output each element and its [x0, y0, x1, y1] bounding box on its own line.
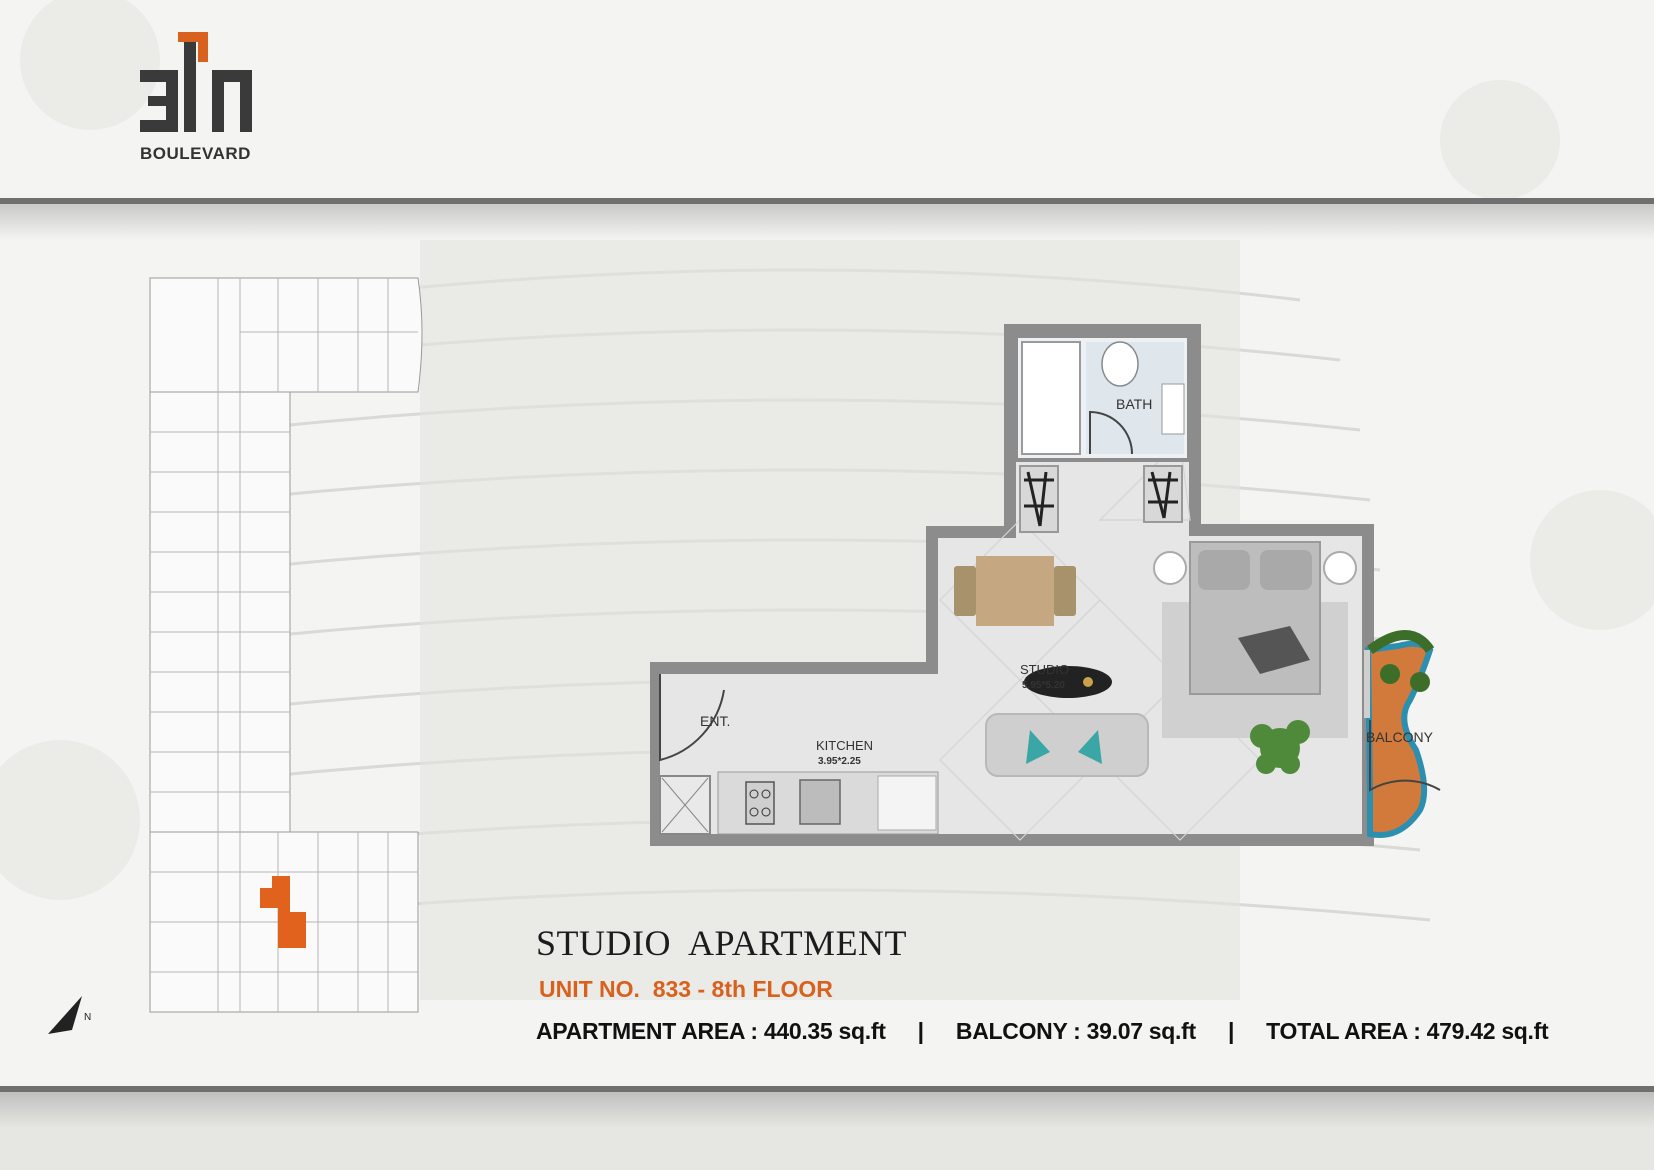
unit-number: UNIT NO. 833 - 8th FLOOR [539, 976, 833, 1002]
north-arrow-icon: N [48, 996, 91, 1034]
bottom-divider-shadow [0, 1092, 1654, 1128]
studio-label: STUDIO [1020, 662, 1069, 677]
total-area: TOTAL AREA : 479.42 sq.ft [1266, 1018, 1549, 1044]
area-separator: | [1227, 1018, 1235, 1044]
kitchen-label: KITCHEN [816, 738, 873, 753]
logo-mark-1 [178, 32, 208, 132]
floor-plan: BATH ENT. KITCHEN 3.95*2.25 STUDIO 5.95*… [650, 324, 1441, 846]
logo-mark-3 [140, 70, 178, 132]
balcony-area: BALCONY : 39.07 sq.ft [955, 1018, 1196, 1044]
area-summary: APARTMENT AREA : 440.35 sq.ft | BALCONY … [536, 1018, 1549, 1045]
svg-text:N: N [84, 1012, 91, 1023]
bathroom: BATH [1014, 334, 1191, 462]
brand-wordmark: BOULEVARD [140, 144, 251, 163]
bed [1153, 541, 1357, 738]
dining-table [954, 556, 1076, 626]
sofa [985, 713, 1149, 777]
area-separator: | [917, 1018, 924, 1044]
apartment-area: APARTMENT AREA : 440.35 sq.ft [536, 1018, 886, 1044]
logo-mark-2nd-1 [212, 70, 252, 132]
bath-label: BATH [1116, 396, 1152, 412]
studio-dimension: 5.95*5.20 [1022, 680, 1065, 691]
key-plan [149, 277, 423, 1013]
wardrobe-left [1019, 465, 1059, 533]
unit-type-title: STUDIO APARTMENT [536, 923, 908, 963]
balcony-label: BALCONY [1366, 729, 1434, 745]
kitchen-counter [659, 771, 939, 835]
top-divider-shadow [0, 204, 1654, 240]
entrance-label: ENT. [700, 713, 730, 729]
wardrobe-right [1143, 465, 1183, 523]
kitchen-dimension: 3.95*2.25 [818, 756, 861, 767]
